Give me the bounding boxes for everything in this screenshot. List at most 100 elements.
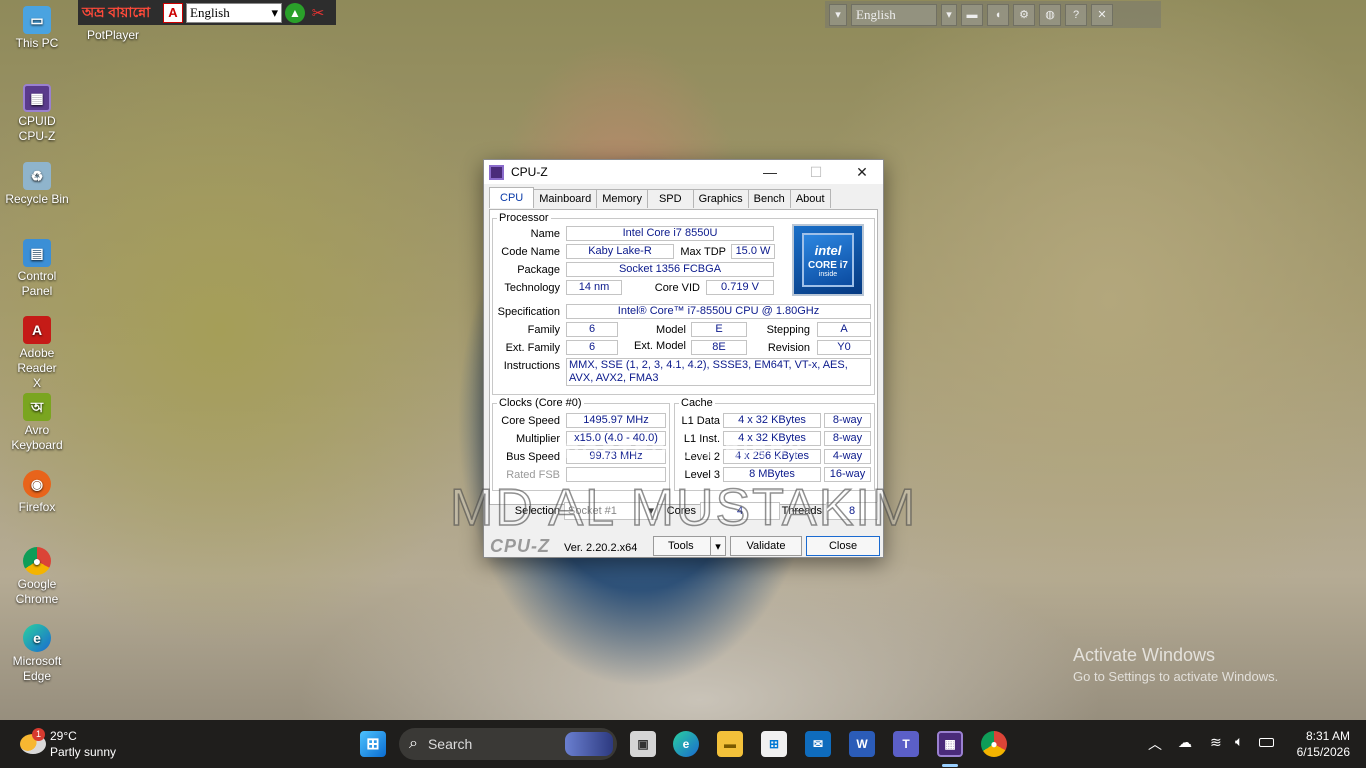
cache-row-way: 8-way: [824, 431, 871, 446]
avro-tools-icon[interactable]: ✂: [308, 3, 328, 23]
edge-icon: e: [23, 624, 51, 652]
cpuz-app-icon: [489, 164, 504, 180]
instructions-label: Instructions: [503, 360, 560, 372]
desktop-icon-label: CPUID CPU-Z: [18, 114, 56, 143]
extfamily-label: Ext. Family: [505, 342, 560, 354]
edge-taskbar-icon[interactable]: e: [673, 731, 699, 757]
extmodel-value: 8E: [691, 340, 747, 355]
tab-cpu[interactable]: CPU: [489, 187, 535, 208]
battery-icon[interactable]: [1259, 738, 1274, 747]
chrome-taskbar-icon[interactable]: ●: [981, 731, 1007, 757]
weather-temp: 29°C: [50, 729, 77, 743]
desktop-icon-cpuz[interactable]: ▦ CPUID CPU-Z: [0, 84, 74, 144]
clock[interactable]: 8:31 AM 6/15/2026: [1280, 728, 1350, 760]
language-bar: ▾ English ▾ ▬ ◖ ⚙ ◍ ? ✕: [825, 1, 1161, 28]
tools-button[interactable]: Tools: [653, 536, 711, 556]
close-icon[interactable]: ✕: [1091, 3, 1113, 26]
cpuz-version: Ver. 2.20.2.x64: [564, 542, 638, 554]
chevron-down-icon: ▾: [715, 540, 721, 553]
intel-logo-icon: intel CORE i7 inside: [802, 233, 854, 287]
desktop-icon-recycle-bin[interactable]: ♻ Recycle Bin: [0, 162, 74, 207]
intel-line-text: CORE i7: [807, 260, 848, 271]
desktop-icon-edge[interactable]: e Microsoft Edge: [0, 624, 74, 684]
task-view-icon[interactable]: ▣: [630, 731, 656, 757]
intel-core-i7-badge: intel CORE i7 inside: [792, 224, 864, 296]
start-button[interactable]: ⊞: [360, 731, 386, 757]
lang-bar-language: English: [856, 6, 896, 22]
cpuz-titlebar[interactable]: CPU-Z — ☐ ✕: [484, 160, 883, 184]
tab-graphics[interactable]: Graphics: [692, 189, 749, 208]
weather-widget[interactable]: 1 29°C Partly sunny: [18, 726, 128, 762]
desktop-icon-control-panel[interactable]: ▤ Control Panel: [0, 239, 74, 299]
show-hidden-icons-icon[interactable]: ︿: [1148, 734, 1162, 754]
cache-row-way: 4-way: [824, 449, 871, 464]
corespeed-value: 1495.97 MHz: [566, 413, 666, 428]
activate-title: Activate Windows: [1073, 645, 1216, 665]
lang-bar-select[interactable]: English: [851, 3, 937, 26]
cache-legend: Cache: [681, 397, 713, 409]
intel-brand-text: intel: [814, 243, 842, 258]
tab-about[interactable]: About: [789, 189, 831, 208]
close-window-button[interactable]: ✕: [839, 160, 885, 184]
settings-icon[interactable]: ⚙: [1013, 3, 1035, 26]
cpuz-taskbar-icon[interactable]: ▦: [937, 731, 963, 757]
avro-language-select[interactable]: English ▾: [186, 2, 282, 23]
wifi-icon[interactable]: ≋: [1210, 734, 1222, 751]
tools-label: Tools: [668, 540, 694, 552]
weather-badge: 1: [32, 728, 45, 741]
microsoft-store-icon[interactable]: ⊞: [761, 731, 787, 757]
adobe-reader-icon: A: [23, 316, 51, 344]
window-title: CPU-Z: [511, 165, 548, 179]
tab-mainboard[interactable]: Mainboard: [533, 189, 598, 208]
cpuz-tabs: CPU Mainboard Memory SPD Graphics Bench …: [489, 187, 831, 209]
desktop-icon-potplayer[interactable]: PotPlayer: [76, 28, 150, 43]
desktop-icon-firefox[interactable]: ◉ Firefox: [0, 470, 74, 515]
desktop-icon-chrome[interactable]: ● Google Chrome: [0, 547, 74, 607]
validate-button[interactable]: Validate: [730, 536, 802, 556]
close-button[interactable]: Close: [806, 536, 880, 556]
minimize-button[interactable]: —: [747, 160, 793, 184]
activate-windows-notice: Activate Windows Go to Settings to activ…: [1073, 645, 1278, 684]
tab-spd[interactable]: SPD: [646, 189, 694, 208]
cache-row-size: 4 x 32 KBytes: [723, 413, 821, 428]
chrome-icon: ●: [23, 547, 51, 575]
maximize-button[interactable]: ☐: [793, 160, 839, 184]
globe-icon[interactable]: ◍: [1039, 3, 1061, 26]
outlook-icon[interactable]: ✉: [805, 731, 831, 757]
model-label: Model: [656, 324, 686, 336]
avro-logo[interactable]: অভ্র বায়ান্নো: [82, 1, 160, 25]
tab-memory[interactable]: Memory: [596, 189, 648, 208]
revision-value: Y0: [817, 340, 871, 355]
tools-dropdown-button[interactable]: ▾: [710, 536, 726, 556]
teams-icon[interactable]: T: [893, 731, 919, 757]
chevron-down-icon[interactable]: ▾: [941, 3, 957, 26]
cpuz-icon: ▦: [23, 84, 51, 112]
mouse-icon[interactable]: ◖: [987, 3, 1009, 26]
avro-web-icon[interactable]: ▲: [285, 2, 305, 23]
spec-value: Intel® Core™ i7-8550U CPU @ 1.80GHz: [566, 304, 871, 319]
family-value: 6: [566, 322, 618, 337]
desktop-icon-this-pc[interactable]: ▭ This PC: [0, 6, 74, 51]
search-highlight-icon: [565, 732, 613, 756]
cache-row-way: 8-way: [824, 413, 871, 428]
search-bar[interactable]: ⌕ Search: [399, 728, 617, 760]
desktop-icon-label: Recycle Bin: [5, 192, 69, 206]
codename-label: Code Name: [501, 246, 560, 258]
keyboard-icon[interactable]: ▬: [961, 3, 983, 26]
firefox-icon: ◉: [23, 470, 51, 498]
onedrive-icon[interactable]: ☁: [1178, 734, 1192, 751]
desktop-icon-label: Avro Keyboard: [11, 423, 63, 452]
stepping-label: Stepping: [766, 324, 810, 336]
help-icon[interactable]: ?: [1065, 3, 1087, 26]
avro-mode-icon[interactable]: A: [163, 2, 183, 23]
multiplier-label: Multiplier: [515, 433, 560, 445]
model-value: E: [691, 322, 747, 337]
desktop-icon-adobe-reader[interactable]: A Adobe Reader X: [0, 316, 74, 391]
tab-bench[interactable]: Bench: [747, 189, 791, 208]
volume-icon[interactable]: 🔈︎: [1235, 733, 1243, 750]
desktop-icon-avro-keyboard[interactable]: অ Avro Keyboard: [0, 393, 74, 453]
word-icon[interactable]: W: [849, 731, 875, 757]
stepping-value: A: [817, 322, 871, 337]
file-explorer-icon[interactable]: ▬: [717, 731, 743, 757]
lang-bar-handle-icon[interactable]: ▾: [829, 3, 847, 26]
